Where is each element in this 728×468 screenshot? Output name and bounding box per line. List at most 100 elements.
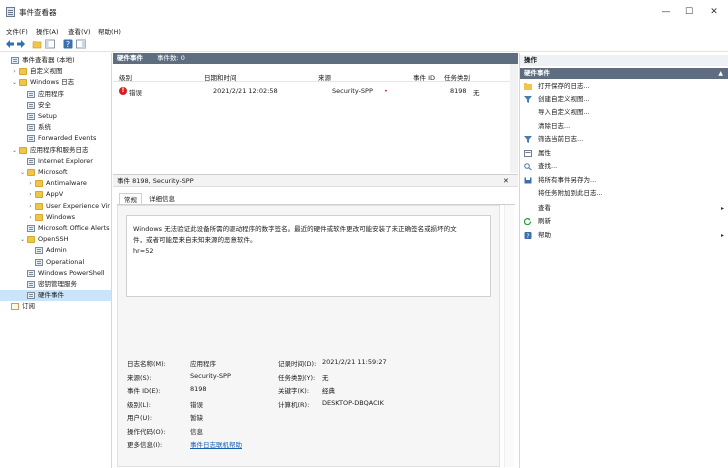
- tree-item[interactable]: Internet Explorer: [0, 156, 111, 167]
- tree-item-label: 自定义视图: [30, 67, 63, 76]
- forward-arrow-icon[interactable]: [16, 39, 26, 49]
- tree-item[interactable]: › Antimalware: [0, 178, 111, 189]
- tree-item[interactable]: › AppV: [0, 189, 111, 200]
- chevron-right-icon[interactable]: ›: [27, 189, 34, 200]
- chevron-down-icon[interactable]: ⌄: [19, 167, 26, 178]
- tree-item[interactable]: 安全: [0, 100, 111, 111]
- folder-icon: [35, 191, 43, 199]
- log-icon: [27, 225, 35, 232]
- action-item[interactable]: 将所有事件另存为...: [520, 175, 728, 186]
- show-hide-tree-icon[interactable]: [45, 39, 55, 49]
- log-icon: [27, 281, 35, 288]
- action-item[interactable]: 属性: [520, 148, 728, 159]
- menu-help[interactable]: 帮助(H): [98, 26, 121, 36]
- menu-file[interactable]: 文件(F): [6, 26, 28, 36]
- chevron-right-icon[interactable]: ›: [27, 201, 34, 212]
- event-message: Windows 无法验证此设备所需的驱动程序的数字签名。最近的硬件或软件更改可能…: [126, 215, 491, 297]
- close-icon[interactable]: ✕: [503, 175, 509, 187]
- action-item[interactable]: 打开保存的日志...: [520, 81, 728, 92]
- tree-item[interactable]: Setup: [0, 111, 111, 122]
- action-item[interactable]: 创建自定义视图...: [520, 94, 728, 105]
- property-value: 经典: [322, 387, 335, 395]
- collapse-icon[interactable]: ▲: [718, 68, 723, 79]
- chevron-down-icon[interactable]: ⌄: [11, 77, 18, 88]
- actions-header: 操作: [520, 55, 728, 66]
- action-item-label: 创建自定义视图...: [538, 95, 590, 103]
- chevron-right-icon[interactable]: ›: [27, 212, 34, 223]
- online-help-link[interactable]: 事件日志联机帮助: [190, 439, 242, 449]
- help-icon: ?: [524, 232, 532, 240]
- help-icon[interactable]: ?: [63, 39, 73, 49]
- property-value: 2021/2/21 11:59:27: [322, 358, 387, 366]
- tree-item[interactable]: ⌄ Microsoft: [0, 167, 111, 178]
- tree-item[interactable]: Microsoft Office Alerts: [0, 223, 111, 234]
- column-task-category[interactable]: 任务类别: [444, 72, 470, 82]
- action-item[interactable]: 导入自定义视图...: [520, 107, 728, 118]
- log-icon: [27, 135, 35, 143]
- event-id: 8198: [450, 87, 467, 95]
- action-item-label: 查看: [538, 204, 551, 212]
- tree-item[interactable]: 事件查看器 (本地): [0, 55, 111, 66]
- tree-item[interactable]: Windows PowerShell: [0, 268, 111, 279]
- submenu-arrow-icon: ▸: [720, 205, 724, 212]
- log-icon: [27, 113, 35, 120]
- menu-action[interactable]: 操作(A): [36, 26, 59, 36]
- chevron-right-icon[interactable]: ›: [27, 178, 34, 189]
- log-icon: [35, 247, 43, 255]
- action-item[interactable]: 刷新: [520, 216, 728, 227]
- action-item-label: 导入自定义视图...: [538, 108, 590, 116]
- action-item[interactable]: 筛选当前日志...: [520, 134, 728, 145]
- maximize-button[interactable]: ☐: [678, 4, 700, 20]
- show-action-pane-icon[interactable]: [76, 39, 86, 49]
- chevron-down-icon[interactable]: ⌄: [11, 145, 18, 156]
- column-level[interactable]: 级别: [119, 72, 132, 82]
- tree-item[interactable]: › User Experience Vir: [0, 201, 111, 212]
- tree-item-label: 订阅: [22, 302, 35, 311]
- folder-up-icon[interactable]: [32, 39, 42, 49]
- actions-section-hardware-events[interactable]: 硬件事件 ▲: [520, 68, 728, 79]
- event-list-scrollbar[interactable]: [510, 64, 518, 173]
- detail-scrollbar[interactable]: [504, 205, 514, 467]
- tree-item[interactable]: 订阅: [0, 301, 111, 312]
- tree-item[interactable]: › Windows: [0, 212, 111, 223]
- action-item-label: 查找...: [538, 162, 558, 170]
- action-item[interactable]: 查找...: [520, 161, 728, 172]
- message-line: hr=52: [133, 247, 154, 255]
- property-value: 应用程序: [190, 360, 216, 368]
- column-event-id[interactable]: 事件 ID: [413, 72, 435, 82]
- tree-item[interactable]: Forwarded Events: [0, 133, 111, 144]
- action-item[interactable]: 查看 ▸: [520, 203, 728, 214]
- close-button[interactable]: ✕: [703, 4, 725, 20]
- folder-icon: [27, 169, 35, 176]
- chevron-right-icon[interactable]: ›: [11, 66, 18, 77]
- log-icon: [27, 124, 35, 132]
- action-item[interactable]: ? 帮助 ▸: [520, 230, 728, 241]
- column-source[interactable]: 来源: [318, 72, 331, 82]
- tree-item[interactable]: 应用程序: [0, 89, 111, 100]
- tree-item[interactable]: 系统: [0, 122, 111, 133]
- tree-item[interactable]: Admin: [0, 245, 111, 256]
- action-item[interactable]: 清除日志...: [520, 121, 728, 132]
- chevron-down-icon[interactable]: ⌄: [19, 234, 26, 245]
- tree-item[interactable]: ⌄ Windows 日志: [0, 77, 111, 88]
- event-list-title: 硬件事件: [117, 54, 143, 62]
- event-datetime: 2021/2/21 12:02:58: [213, 87, 278, 95]
- tree-item[interactable]: 硬件事件: [0, 290, 111, 302]
- title-bar: 事件查看器 — ☐ ✕: [0, 0, 728, 24]
- back-arrow-icon[interactable]: [5, 39, 15, 49]
- tree-item[interactable]: › 自定义视图: [0, 66, 111, 77]
- column-datetime[interactable]: 日期和时间: [204, 72, 237, 82]
- menu-view[interactable]: 查看(V): [68, 26, 91, 36]
- log-icon: [27, 292, 35, 300]
- tree-item[interactable]: ⌄ OpenSSH: [0, 234, 111, 245]
- tree-item-label: 密钥管理服务: [38, 280, 77, 288]
- tree-item[interactable]: Operational: [0, 257, 111, 268]
- folder-icon: [35, 180, 43, 188]
- action-item[interactable]: 将任务附加到此日志...: [520, 188, 728, 199]
- tree-item[interactable]: ⌄ 应用程序和服务日志: [0, 145, 111, 156]
- minimize-button[interactable]: —: [655, 4, 677, 20]
- tree-item-label: 系统: [38, 123, 51, 132]
- property-value: 信息: [190, 427, 203, 436]
- tree-item[interactable]: 密钥管理服务: [0, 279, 111, 290]
- event-row[interactable]: ! 错误 2021/2/21 12:02:58 Security-SPP • 8…: [113, 86, 518, 97]
